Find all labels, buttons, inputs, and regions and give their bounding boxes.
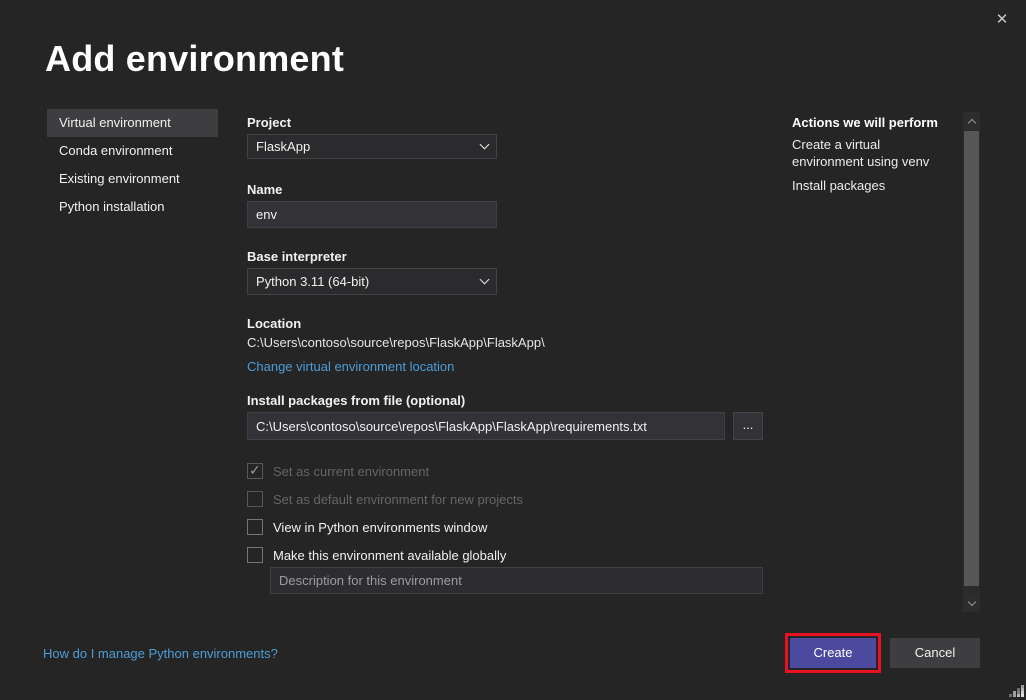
vertical-scrollbar[interactable] bbox=[963, 112, 980, 612]
checkbox-row[interactable]: Set as default environment for new proje… bbox=[247, 491, 523, 507]
scrollbar-thumb[interactable] bbox=[964, 131, 979, 586]
checkbox-label: Set as current environment bbox=[273, 464, 429, 479]
close-icon[interactable]: ✕ bbox=[990, 8, 1014, 32]
chevron-down-icon bbox=[480, 140, 490, 150]
create-button[interactable]: Create bbox=[790, 638, 876, 668]
checkbox-label: Make this environment available globally bbox=[273, 548, 506, 563]
checkbox-row[interactable]: Set as current environment bbox=[247, 463, 429, 479]
checkbox-row[interactable]: Make this environment available globally bbox=[247, 547, 506, 563]
actions-panel-title: Actions we will perform bbox=[792, 115, 952, 130]
checkbox-row[interactable]: View in Python environments window bbox=[247, 519, 487, 535]
action-item: Create a virtual environment using venv bbox=[792, 136, 952, 170]
scroll-up-icon[interactable] bbox=[963, 112, 980, 130]
browse-button[interactable]: ... bbox=[733, 412, 763, 440]
change-location-link[interactable]: Change virtual environment location bbox=[247, 359, 454, 374]
chevron-down-icon bbox=[480, 275, 490, 285]
sidebar-item-python-installation[interactable]: Python installation bbox=[47, 193, 218, 221]
checkbox-view-in-environments-window[interactable] bbox=[247, 519, 263, 535]
checkbox-set-as-default[interactable] bbox=[247, 491, 263, 507]
checkbox-label: Set as default environment for new proje… bbox=[273, 492, 523, 507]
cancel-button[interactable]: Cancel bbox=[890, 638, 980, 668]
description-input[interactable] bbox=[270, 567, 763, 594]
checkbox-make-available-globally[interactable] bbox=[247, 547, 263, 563]
location-path: C:\Users\contoso\source\repos\FlaskApp\F… bbox=[247, 335, 545, 350]
name-input[interactable] bbox=[247, 201, 497, 228]
project-label: Project bbox=[247, 115, 291, 130]
base-interpreter-dropdown-value: Python 3.11 (64-bit) bbox=[256, 270, 369, 293]
name-label: Name bbox=[247, 182, 282, 197]
checkbox-set-as-current[interactable] bbox=[247, 463, 263, 479]
action-item: Install packages bbox=[792, 177, 952, 194]
location-label: Location bbox=[247, 316, 301, 331]
scroll-down-icon[interactable] bbox=[963, 594, 980, 612]
install-packages-input[interactable] bbox=[247, 412, 725, 440]
install-packages-label: Install packages from file (optional) bbox=[247, 393, 465, 408]
sidebar-item-virtual-environment[interactable]: Virtual environment bbox=[47, 109, 218, 137]
base-interpreter-dropdown[interactable]: Python 3.11 (64-bit) bbox=[247, 268, 497, 295]
sidebar-item-existing-environment[interactable]: Existing environment bbox=[47, 165, 218, 193]
checkbox-label: View in Python environments window bbox=[273, 520, 487, 535]
project-dropdown[interactable]: FlaskApp bbox=[247, 134, 497, 159]
base-interpreter-label: Base interpreter bbox=[247, 249, 347, 264]
page-title: Add environment bbox=[45, 38, 344, 80]
actions-panel: Actions we will perform Create a virtual… bbox=[792, 115, 952, 194]
project-dropdown-value: FlaskApp bbox=[256, 135, 310, 158]
help-link[interactable]: How do I manage Python environments? bbox=[43, 646, 278, 661]
sidebar-item-conda-environment[interactable]: Conda environment bbox=[47, 137, 218, 165]
environment-type-list: Virtual environment Conda environment Ex… bbox=[47, 109, 218, 221]
add-environment-dialog: ✕ Add environment Virtual environment Co… bbox=[0, 0, 1026, 700]
resize-grip-icon[interactable] bbox=[1008, 685, 1024, 698]
